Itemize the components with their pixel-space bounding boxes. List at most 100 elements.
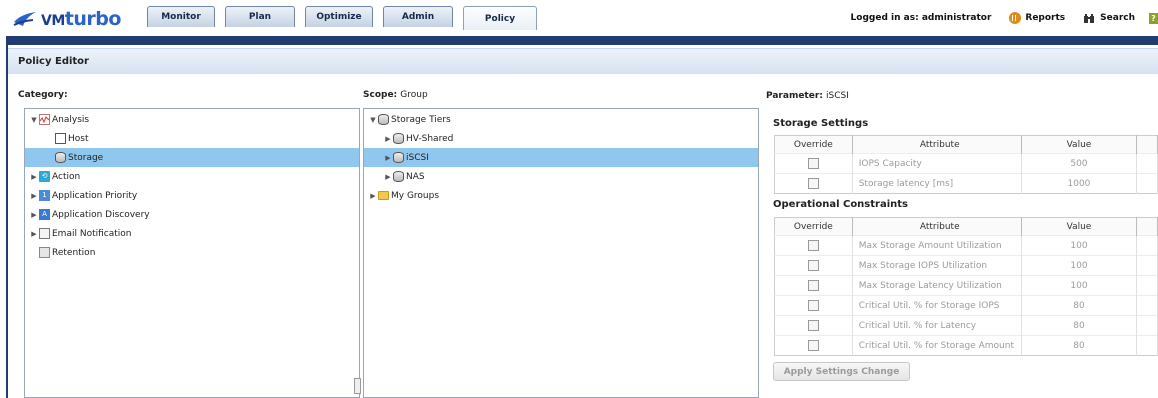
attribute-cell: Critical Util. % for Storage IOPS — [852, 295, 1022, 316]
vmturbo-logo: VMturbo — [13, 6, 121, 32]
tab-policy[interactable]: Policy — [463, 6, 537, 30]
tree-item-application-priority[interactable]: ▶ 1 Application Priority — [25, 186, 359, 205]
table-row: Max Storage Amount Utilization 100 — [774, 235, 1158, 256]
parameter-value: iSCSI — [826, 91, 849, 101]
override-checkbox[interactable] — [807, 158, 819, 169]
tree-item-label: Storage — [68, 152, 104, 163]
expand-arrow-icon[interactable]: ▶ — [30, 192, 38, 200]
parameter-label-text: Parameter: — [766, 91, 823, 101]
attribute-cell: Max Storage Amount Utilization — [852, 235, 1022, 256]
help-icon[interactable]: ? — [1149, 12, 1158, 24]
storage-icon — [378, 114, 389, 125]
tree-item-analysis[interactable]: ▼ Analysis — [25, 110, 359, 129]
table-row: Max Storage Latency Utilization 100 — [774, 275, 1158, 296]
expand-arrow-icon[interactable]: ▶ — [384, 173, 392, 181]
search-icon — [1084, 13, 1095, 23]
tree-item-my-groups[interactable]: ▶ My Groups — [364, 186, 758, 205]
tree-item-host[interactable]: Host — [25, 129, 359, 148]
attribute-cell: Storage latency [ms] — [852, 173, 1022, 194]
tree-item-label: iSCSI — [406, 152, 429, 163]
tree-item-hv-shared[interactable]: ▶ HV-Shared — [364, 129, 758, 148]
top-bar: VMturbo Monitor Plan Optimize Admin Poli… — [0, 0, 1158, 36]
column-header-attribute: Attribute — [852, 135, 1022, 154]
logo-turbo-text: turbo — [64, 8, 122, 30]
tree-item-label: Application Discovery — [52, 209, 150, 220]
apply-settings-button[interactable]: Apply Settings Change — [773, 362, 910, 381]
expand-arrow-icon[interactable]: ▶ — [30, 211, 38, 219]
value-cell[interactable]: 80 — [1021, 315, 1138, 336]
override-checkbox[interactable] — [807, 340, 819, 351]
tab-admin[interactable]: Admin — [383, 6, 453, 27]
tree-item-label: Email Notification — [52, 228, 132, 239]
attribute-cell: IOPS Capacity — [852, 153, 1022, 174]
value-cell[interactable]: 80 — [1021, 295, 1138, 316]
storage-icon — [55, 152, 66, 163]
tree-item-email-notification[interactable]: ▶ Email Notification — [25, 224, 359, 243]
tree-item-retention[interactable]: Retention — [25, 243, 359, 262]
tree-item-label: NAS — [406, 171, 425, 182]
page-title: Policy Editor — [18, 56, 89, 67]
operational-constraints-title: Operational Constraints — [773, 199, 908, 210]
category-tree: ▼ Analysis Host Storage ▶ ⟲ Action ▶ 1 A… — [24, 108, 360, 398]
table-row: Critical Util. % for Latency 80 — [774, 315, 1158, 336]
tree-item-storage-tiers[interactable]: ▼ Storage Tiers — [364, 110, 758, 129]
tree-item-nas[interactable]: ▶ NAS — [364, 167, 758, 186]
value-cell[interactable]: 1000 — [1021, 173, 1138, 194]
expand-arrow-icon[interactable]: ▶ — [30, 173, 38, 181]
tree-item-label: Host — [68, 133, 89, 144]
user-nav: Logged in as: administrator Reports Sear… — [851, 12, 1158, 24]
analysis-icon — [39, 114, 50, 125]
column-header-override: Override — [774, 135, 853, 154]
override-checkbox[interactable] — [807, 300, 819, 311]
main-tabs: Monitor Plan Optimize Admin Policy — [147, 6, 547, 30]
tree-item-label: HV-Shared — [406, 133, 454, 144]
tree-item-label: Application Priority — [52, 190, 138, 201]
reports-label: Reports — [1025, 13, 1066, 23]
tab-plan[interactable]: Plan — [225, 6, 295, 27]
override-checkbox[interactable] — [807, 260, 819, 271]
search-link[interactable]: Search — [1083, 13, 1135, 24]
expand-arrow-icon[interactable]: ▼ — [30, 116, 38, 124]
override-checkbox[interactable] — [807, 280, 819, 291]
override-checkbox[interactable] — [807, 320, 819, 331]
column-header-override: Override — [774, 217, 853, 236]
tab-optimize[interactable]: Optimize — [305, 6, 373, 27]
tree-item-application-discovery[interactable]: ▶ A Application Discovery — [25, 205, 359, 224]
attribute-cell: Critical Util. % for Storage Amount — [852, 335, 1022, 356]
scope-label: Scope: Group — [363, 90, 428, 100]
category-label: Category: — [18, 90, 68, 100]
storage-icon — [393, 171, 404, 182]
value-cell[interactable]: 100 — [1021, 275, 1138, 296]
expand-arrow-icon[interactable]: ▶ — [30, 230, 38, 238]
application-priority-icon: 1 — [39, 190, 50, 201]
expand-arrow-icon[interactable]: ▶ — [384, 135, 392, 143]
tree-item-action[interactable]: ▶ ⟲ Action — [25, 167, 359, 186]
tree-item-storage[interactable]: Storage — [25, 148, 359, 167]
tab-monitor[interactable]: Monitor — [147, 6, 215, 27]
parameter-label: Parameter: iSCSI — [766, 91, 849, 101]
tree-item-iscsi[interactable]: ▶ iSCSI — [364, 148, 758, 167]
override-checkbox[interactable] — [807, 240, 819, 251]
value-cell[interactable]: 100 — [1021, 255, 1138, 276]
scrollbar-handle[interactable] — [354, 378, 361, 394]
override-checkbox[interactable] — [807, 178, 819, 189]
expand-arrow-icon[interactable]: ▶ — [384, 154, 392, 162]
reports-link[interactable]: Reports — [1009, 12, 1065, 24]
expand-arrow-icon[interactable]: ▼ — [369, 116, 377, 124]
table-row: Critical Util. % for Storage IOPS 80 — [774, 295, 1158, 316]
tree-item-label: My Groups — [391, 190, 440, 201]
email-icon — [39, 228, 50, 239]
expand-arrow-icon[interactable]: ▶ — [369, 192, 377, 200]
tree-item-label: Action — [52, 171, 81, 182]
storage-settings-title: Storage Settings — [773, 118, 869, 129]
panel-header: Policy Editor — [8, 48, 1158, 74]
column-header-value: Value — [1021, 135, 1138, 154]
storage-icon — [393, 152, 404, 163]
tree-item-label: Storage Tiers — [391, 114, 451, 125]
attribute-cell: Max Storage IOPS Utilization — [852, 255, 1022, 276]
value-cell[interactable]: 80 — [1021, 335, 1138, 356]
value-cell[interactable]: 100 — [1021, 235, 1138, 256]
host-icon — [55, 133, 66, 144]
table-row: Storage latency [ms] 1000 — [774, 173, 1158, 194]
value-cell[interactable]: 500 — [1021, 153, 1138, 174]
